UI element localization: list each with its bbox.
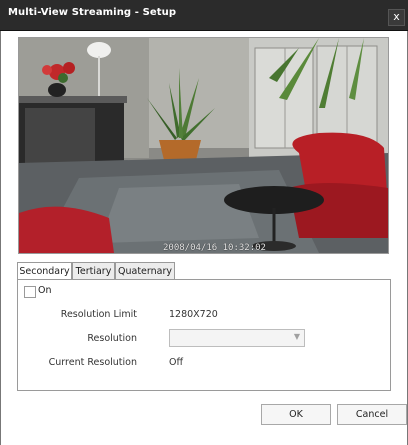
cancel-button[interactable]: Cancel (337, 404, 407, 425)
tab-quaternary[interactable]: Quaternary (115, 262, 175, 280)
resolution-label: Resolution (87, 333, 137, 344)
video-preview (18, 37, 389, 254)
ok-button[interactable]: OK (261, 404, 331, 425)
on-checkbox[interactable] (24, 286, 36, 298)
window-title: Multi-View Streaming - Setup (8, 7, 177, 18)
close-icon: x (393, 10, 400, 23)
tab-tertiary[interactable]: Tertiary (72, 262, 115, 280)
resolution-limit-value: 1280X720 (169, 309, 218, 320)
window-frame-left (0, 31, 1, 445)
current-resolution-value: Off (169, 357, 184, 368)
video-timestamp: 2008/04/16 10:32:02 (163, 243, 266, 253)
title-bar: Multi-View Streaming - Setup x (0, 0, 408, 31)
close-button[interactable]: x (388, 9, 405, 26)
current-resolution-label: Current Resolution (48, 357, 137, 368)
resolution-select[interactable]: ▼ (169, 329, 305, 347)
chevron-down-icon: ▼ (293, 332, 300, 341)
on-label: On (38, 285, 52, 296)
resolution-limit-label: Resolution Limit (60, 309, 137, 320)
camera-image (19, 38, 388, 253)
